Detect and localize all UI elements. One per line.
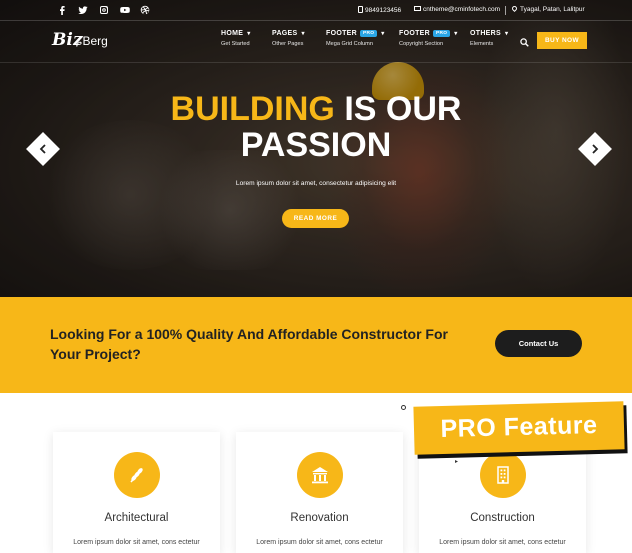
nav-item-footer-copyright[interactable]: FOOTER PRO ▾ Copyright Section <box>399 30 458 47</box>
top-bar: 9849123456 cntheme@cminfotech.com Tyagal… <box>0 0 632 21</box>
email-contact: cntheme@cminfotech.com <box>414 6 500 13</box>
facebook-icon[interactable] <box>55 4 69 17</box>
chevron-down-icon: ▾ <box>454 31 458 37</box>
wheat-icon <box>130 468 143 483</box>
instagram-icon[interactable] <box>97 4 111 17</box>
pro-feature-label: PRO Feature <box>440 410 598 444</box>
contact-us-button[interactable]: Contact Us <box>495 330 582 357</box>
play-icon: ▸ <box>455 459 459 465</box>
buy-now-button[interactable]: BUY NOW <box>537 32 587 49</box>
chevron-down-icon: ▾ <box>504 31 509 37</box>
nav-item-pages[interactable]: PAGES ▾ Other Pages <box>272 30 305 47</box>
phone-contact: 9849123456 <box>358 6 401 14</box>
chevron-down-icon: ▾ <box>381 31 385 37</box>
nav-item-others[interactable]: OTHERS ▾ Elements <box>470 30 508 47</box>
hero-title: BUILDING IS OUR PASSION <box>170 90 462 164</box>
cta-heading: Looking For a 100% Quality And Affordabl… <box>50 326 448 363</box>
service-card-renovation[interactable]: Renovation Lorem ipsum dolor sit amet, c… <box>236 432 403 553</box>
chevron-right-icon <box>592 144 599 154</box>
pro-feature-banner: PRO Feature <box>411 401 631 461</box>
twitter-icon[interactable] <box>76 4 90 17</box>
envelope-icon <box>414 6 421 11</box>
dribbble-icon[interactable] <box>138 4 152 17</box>
pro-badge: PRO <box>432 30 451 37</box>
phone-icon <box>358 6 363 13</box>
read-more-button[interactable]: READ MORE <box>282 209 349 228</box>
service-card-architectural[interactable]: Architectural Lorem ipsum dolor sit amet… <box>53 432 220 553</box>
chevron-down-icon: ▾ <box>247 31 251 37</box>
nav-item-home[interactable]: HOME ▾ Get Started <box>221 30 251 47</box>
chevron-down-icon: ▾ <box>301 31 305 37</box>
nav-item-footer-mega[interactable]: FOOTER PRO ▾ Mega Grid Column <box>326 30 385 47</box>
chevron-left-icon <box>39 144 46 154</box>
building-columns-icon <box>312 467 328 484</box>
pro-badge: PRO <box>359 30 378 37</box>
decorative-dot <box>401 405 406 410</box>
youtube-icon[interactable] <box>118 4 132 17</box>
address-contact: Tyagal, Patan, Lalitpur <box>510 4 585 13</box>
hero-subtitle: Lorem ipsum dolor sit amet, consectetur … <box>235 180 397 187</box>
service-icon-circle <box>114 452 160 498</box>
office-building-icon <box>497 466 509 484</box>
search-icon[interactable] <box>520 38 529 47</box>
bizberg-logo[interactable]: BiʑBerg <box>52 30 108 50</box>
service-icon-circle <box>297 452 343 498</box>
location-pin-icon <box>510 4 519 13</box>
